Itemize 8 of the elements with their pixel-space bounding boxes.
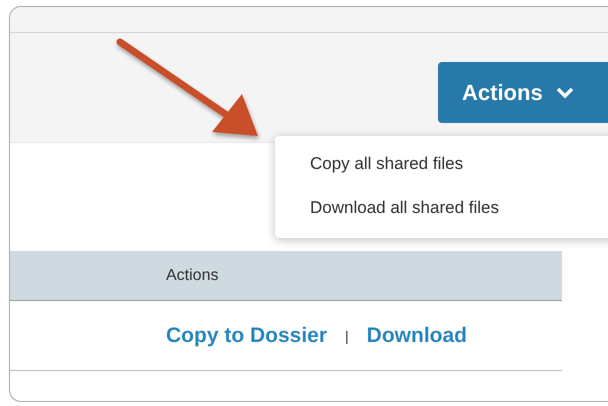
separator: |	[345, 328, 349, 344]
table-link[interactable]: Download	[366, 324, 467, 348]
table-link[interactable]: Copy to Dossier	[166, 324, 328, 348]
actions-button[interactable]: Actions	[438, 62, 608, 123]
chevron-icon	[554, 86, 575, 100]
menu-item[interactable]: Copy all shared files	[275, 146, 608, 190]
menu-item[interactable]: Download all shared files	[275, 190, 608, 234]
column-header: Actions	[166, 266, 218, 284]
